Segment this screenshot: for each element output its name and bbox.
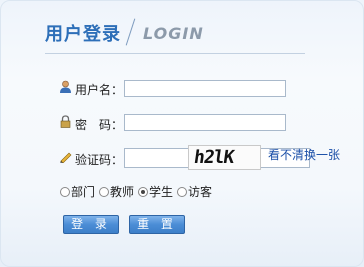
radio-dot[interactable] xyxy=(60,186,70,197)
lock-icon xyxy=(60,115,71,128)
login-subtitle: LOGIN xyxy=(143,24,204,43)
pencil-icon xyxy=(60,152,72,163)
role-label: 学生 xyxy=(149,185,174,199)
role-label: 部门 xyxy=(71,185,96,199)
role-radio-visitor[interactable]: 访客 xyxy=(177,183,212,200)
role-radio-teacher[interactable]: 教师 xyxy=(99,183,134,200)
captcha-label: 验证码： xyxy=(75,153,124,167)
password-label: 密 码： xyxy=(75,118,124,132)
username-label: 用户名： xyxy=(75,83,124,97)
password-input[interactable] xyxy=(124,114,286,131)
role-radio-student[interactable]: 学生 xyxy=(138,183,173,200)
role-label: 教师 xyxy=(110,185,135,199)
refresh-captcha-link[interactable]: 看不清换一张 xyxy=(268,146,340,163)
reset-button[interactable]: 重 置 xyxy=(129,215,185,234)
user-icon xyxy=(60,80,71,93)
role-radio-department[interactable]: 部门 xyxy=(60,183,95,200)
login-title: 用户登录 xyxy=(45,24,121,45)
captcha-text: h2lK xyxy=(192,147,235,168)
radio-dot[interactable] xyxy=(177,186,187,197)
login-button[interactable]: 登 录 xyxy=(63,215,119,234)
captcha-image[interactable]: h2lK xyxy=(188,145,261,170)
role-label: 访客 xyxy=(188,185,213,199)
username-input[interactable] xyxy=(124,80,286,97)
radio-dot-selected[interactable] xyxy=(138,186,148,197)
header-underline xyxy=(45,53,305,54)
radio-dot[interactable] xyxy=(99,186,109,197)
